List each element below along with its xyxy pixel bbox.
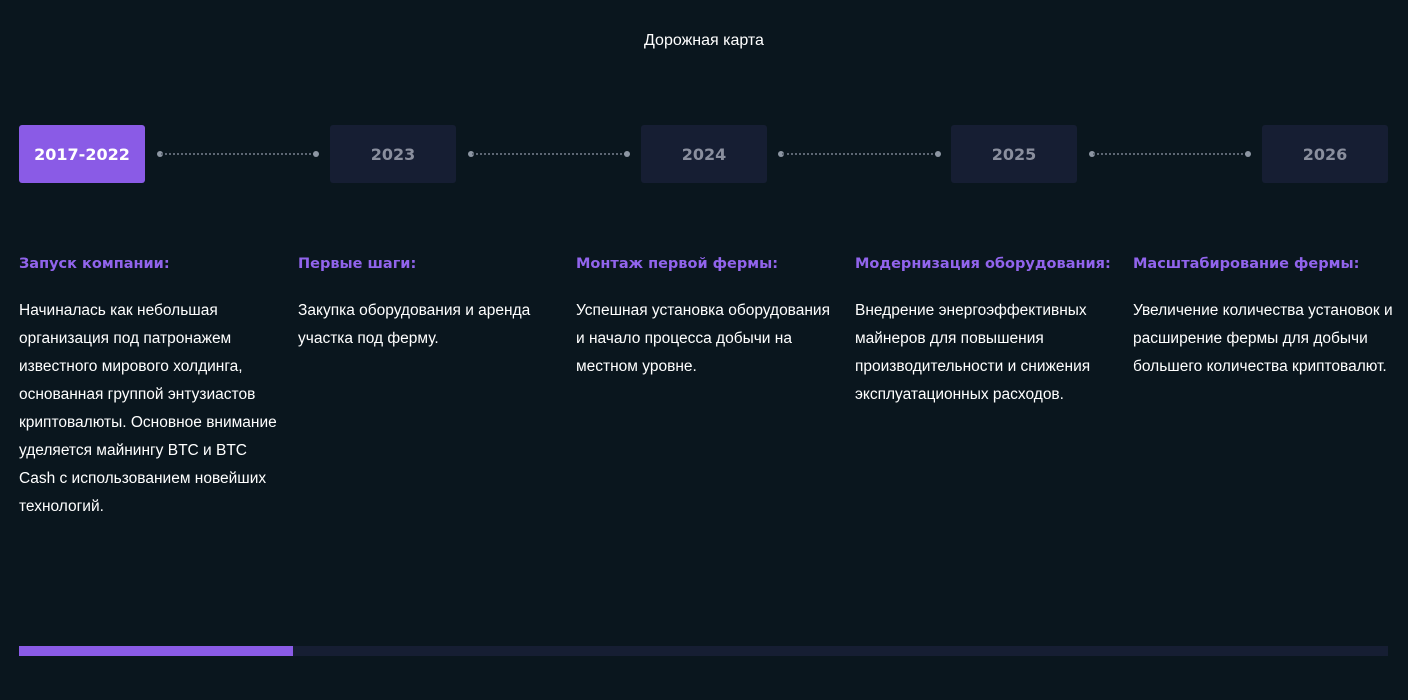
connector-dot [624,151,630,157]
stage-column: Масштабирование фермы: Увеличение количе… [1133,254,1395,381]
timeline-connector [468,151,630,157]
connector-dot [313,151,319,157]
stage-heading: Монтаж первой фермы: [576,256,779,272]
stage-description: Начиналась как небольшая организация под… [19,302,277,515]
timeline-connector [778,151,941,157]
stage-description: Внедрение энергоэффективных майнеров для… [855,302,1091,403]
stage-column: Модернизация оборудования: Внедрение эне… [855,254,1117,409]
progress-bar[interactable] [19,646,1388,656]
stage-heading: Запуск компании: [19,256,170,272]
stage-description: Успешная установка оборудования и начало… [576,302,830,375]
stage-heading: Масштабирование фермы: [1133,256,1360,272]
stage-description: Закупка оборудования и аренда участка по… [298,302,531,347]
stage-heading: Модернизация оборудования: [855,256,1111,272]
connector-dot [1245,151,1251,157]
dotted-line [161,153,315,155]
year-tab-2026[interactable]: 2026 [1262,125,1388,183]
year-tab-2025[interactable]: 2025 [951,125,1077,183]
roadmap-timeline: 2017-2022 2023 2024 2025 2026 [19,125,1388,183]
dotted-line [782,153,937,155]
stage-column: Монтаж первой фермы: Успешная установка … [576,254,838,381]
page-title: Дорожная карта [644,32,764,49]
stage-column: Запуск компании: Начиналась как небольша… [19,254,281,521]
dotted-line [472,153,626,155]
dotted-line [1093,153,1247,155]
stage-heading: Первые шаги: [298,256,417,272]
stage-column: Первые шаги: Закупка оборудования и арен… [298,254,560,353]
progress-fill [19,646,293,656]
year-tab-2024[interactable]: 2024 [641,125,767,183]
timeline-connector [1089,151,1251,157]
year-tab-2017-2022[interactable]: 2017-2022 [19,125,145,183]
stage-description: Увеличение количества установок и расшир… [1133,302,1393,375]
connector-dot [935,151,941,157]
timeline-connector [157,151,319,157]
year-tab-2023[interactable]: 2023 [330,125,456,183]
